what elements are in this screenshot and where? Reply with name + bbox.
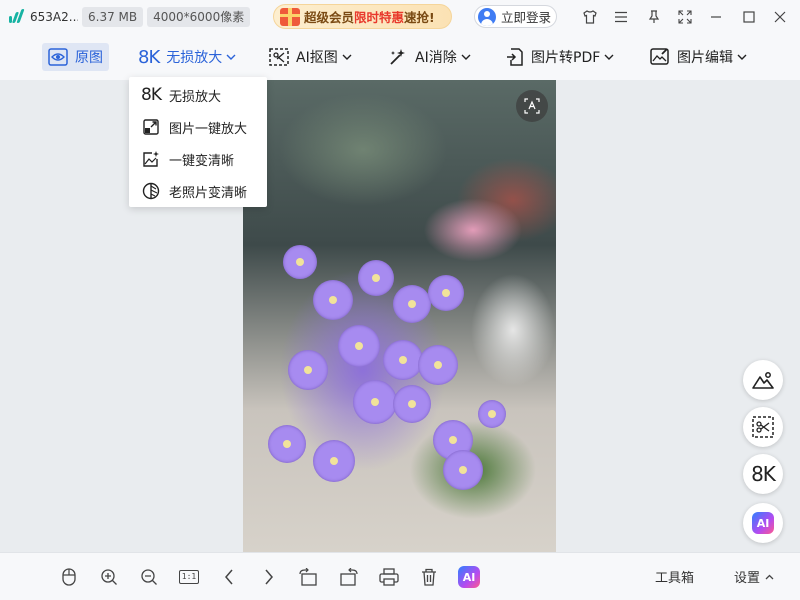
ai-erase-button[interactable]: AI消除 xyxy=(382,43,477,71)
cutout-icon xyxy=(269,48,289,66)
original-image-button[interactable]: 原图 xyxy=(42,43,109,71)
menu-item-one-click-enlarge[interactable]: 图片一键放大 xyxy=(129,111,267,143)
upscale-8k-fab[interactable]: 8K xyxy=(743,454,783,494)
maximize-icon[interactable] xyxy=(738,6,760,28)
print-icon[interactable] xyxy=(377,565,401,589)
login-button[interactable]: 立即登录 xyxy=(474,5,557,28)
menu-item-old-photo-restore[interactable]: 老照片变清晰 xyxy=(129,175,267,207)
image-edit-button[interactable]: 图片编辑 xyxy=(644,43,753,71)
title-bar: 653A2... 6.37 MB 4000*6000像素 超级会员 限时特惠 速抢!… xyxy=(0,0,800,34)
image-enhance-fab[interactable] xyxy=(743,360,783,400)
login-label: 立即登录 xyxy=(501,10,552,25)
ai-cutout-button[interactable]: AI抠图 xyxy=(263,43,358,71)
image-edit-icon xyxy=(650,48,670,66)
dimensions-badge: 4000*6000像素 xyxy=(147,7,251,27)
pdf-export-icon xyxy=(506,48,524,66)
original-label: 原图 xyxy=(75,50,103,66)
ai-text-recognize-icon[interactable] xyxy=(516,90,548,122)
ai-assistant-fab[interactable]: AI xyxy=(743,503,783,543)
app-logo-icon xyxy=(8,8,26,26)
menu-item-lossless-upscale[interactable]: 8K 无损放大 xyxy=(129,79,267,111)
previous-image-icon[interactable] xyxy=(217,565,241,589)
promo-prefix: 超级会员 xyxy=(304,10,355,25)
zoom-out-icon[interactable] xyxy=(137,565,161,589)
settings-label: 设置 xyxy=(734,571,761,586)
file-size-badge: 6.37 MB xyxy=(82,7,144,27)
avatar-icon xyxy=(478,7,496,26)
upscale-dropdown-menu: 8K 无损放大 图片一键放大 一键变清晰 老照片变清晰 xyxy=(129,77,267,207)
chevron-down-icon xyxy=(342,54,352,60)
ai-logo-icon: AI xyxy=(458,566,480,588)
enlarge-icon xyxy=(141,119,161,135)
menu-item-sharpen[interactable]: 一键变清晰 xyxy=(129,143,267,175)
menu-item-label: 老照片变清晰 xyxy=(169,185,248,201)
menu-item-label: 一键变清晰 xyxy=(169,153,235,169)
image-to-pdf-button[interactable]: 图片转PDF xyxy=(500,43,620,71)
close-icon[interactable] xyxy=(769,6,791,28)
erase-label: AI消除 xyxy=(415,50,457,66)
image-canvas[interactable]: 8K AI xyxy=(0,80,800,552)
ai-tools-button[interactable]: AI xyxy=(457,565,481,589)
toolbox-button[interactable]: 工具箱 xyxy=(655,567,694,586)
settings-button[interactable]: 设置 xyxy=(734,567,774,586)
pdf-label: 图片转PDF xyxy=(531,50,601,66)
magic-wand-icon xyxy=(388,48,408,66)
chevron-down-icon xyxy=(737,54,747,60)
chevron-down-icon xyxy=(226,54,236,60)
menu-icon[interactable] xyxy=(610,6,632,28)
pin-icon[interactable] xyxy=(643,6,665,28)
menu-item-label: 图片一键放大 xyxy=(169,121,248,137)
menu-item-label: 无损放大 xyxy=(169,89,222,105)
gift-icon xyxy=(280,7,300,26)
8k-icon: 8K xyxy=(141,85,162,105)
edit-label: 图片编辑 xyxy=(677,50,733,66)
minimize-icon[interactable] xyxy=(705,6,727,28)
delete-icon[interactable] xyxy=(417,565,441,589)
lossless-label: 无损放大 xyxy=(166,50,223,66)
zoom-in-icon[interactable] xyxy=(97,565,121,589)
chevron-down-icon xyxy=(461,54,471,60)
next-image-icon[interactable] xyxy=(257,565,281,589)
chevron-down-icon xyxy=(604,54,614,60)
fullscreen-icon[interactable] xyxy=(674,6,696,28)
lossless-upscale-button[interactable]: 8K 无损放大 xyxy=(132,43,242,71)
old-photo-icon xyxy=(141,182,161,200)
promo-highlight: 限时特惠 xyxy=(354,10,405,25)
8k-icon: 8K xyxy=(138,46,160,68)
ai-logo-icon: AI xyxy=(752,512,774,534)
eye-image-icon xyxy=(48,48,68,66)
actual-size-button[interactable]: 1:1 xyxy=(177,565,201,589)
ratio-label: 1:1 xyxy=(179,570,199,584)
rotate-left-icon[interactable] xyxy=(296,565,320,589)
rotate-right-icon[interactable] xyxy=(337,565,361,589)
bottom-toolbar: 1:1 AI 工具箱 设置 xyxy=(0,552,800,600)
flower-photo[interactable] xyxy=(243,80,556,552)
toolbox-label: 工具箱 xyxy=(655,571,695,586)
chevron-up-icon xyxy=(765,574,774,580)
main-toolbar: 原图 8K 无损放大 AI抠图 AI消除 图片转PDF 图片编辑 xyxy=(0,34,800,80)
file-name: 653A2... xyxy=(30,10,78,24)
cutout-fab[interactable] xyxy=(743,407,783,447)
promo-suffix: 速抢! xyxy=(404,10,435,25)
sparkle-image-icon xyxy=(141,151,161,167)
vip-promo-button[interactable]: 超级会员 限时特惠 速抢! xyxy=(273,4,452,29)
mouse-icon[interactable] xyxy=(57,565,81,589)
upscale-8k-text: 8K xyxy=(751,462,776,486)
skin-icon[interactable] xyxy=(579,6,601,28)
cutout-label: AI抠图 xyxy=(296,50,338,66)
